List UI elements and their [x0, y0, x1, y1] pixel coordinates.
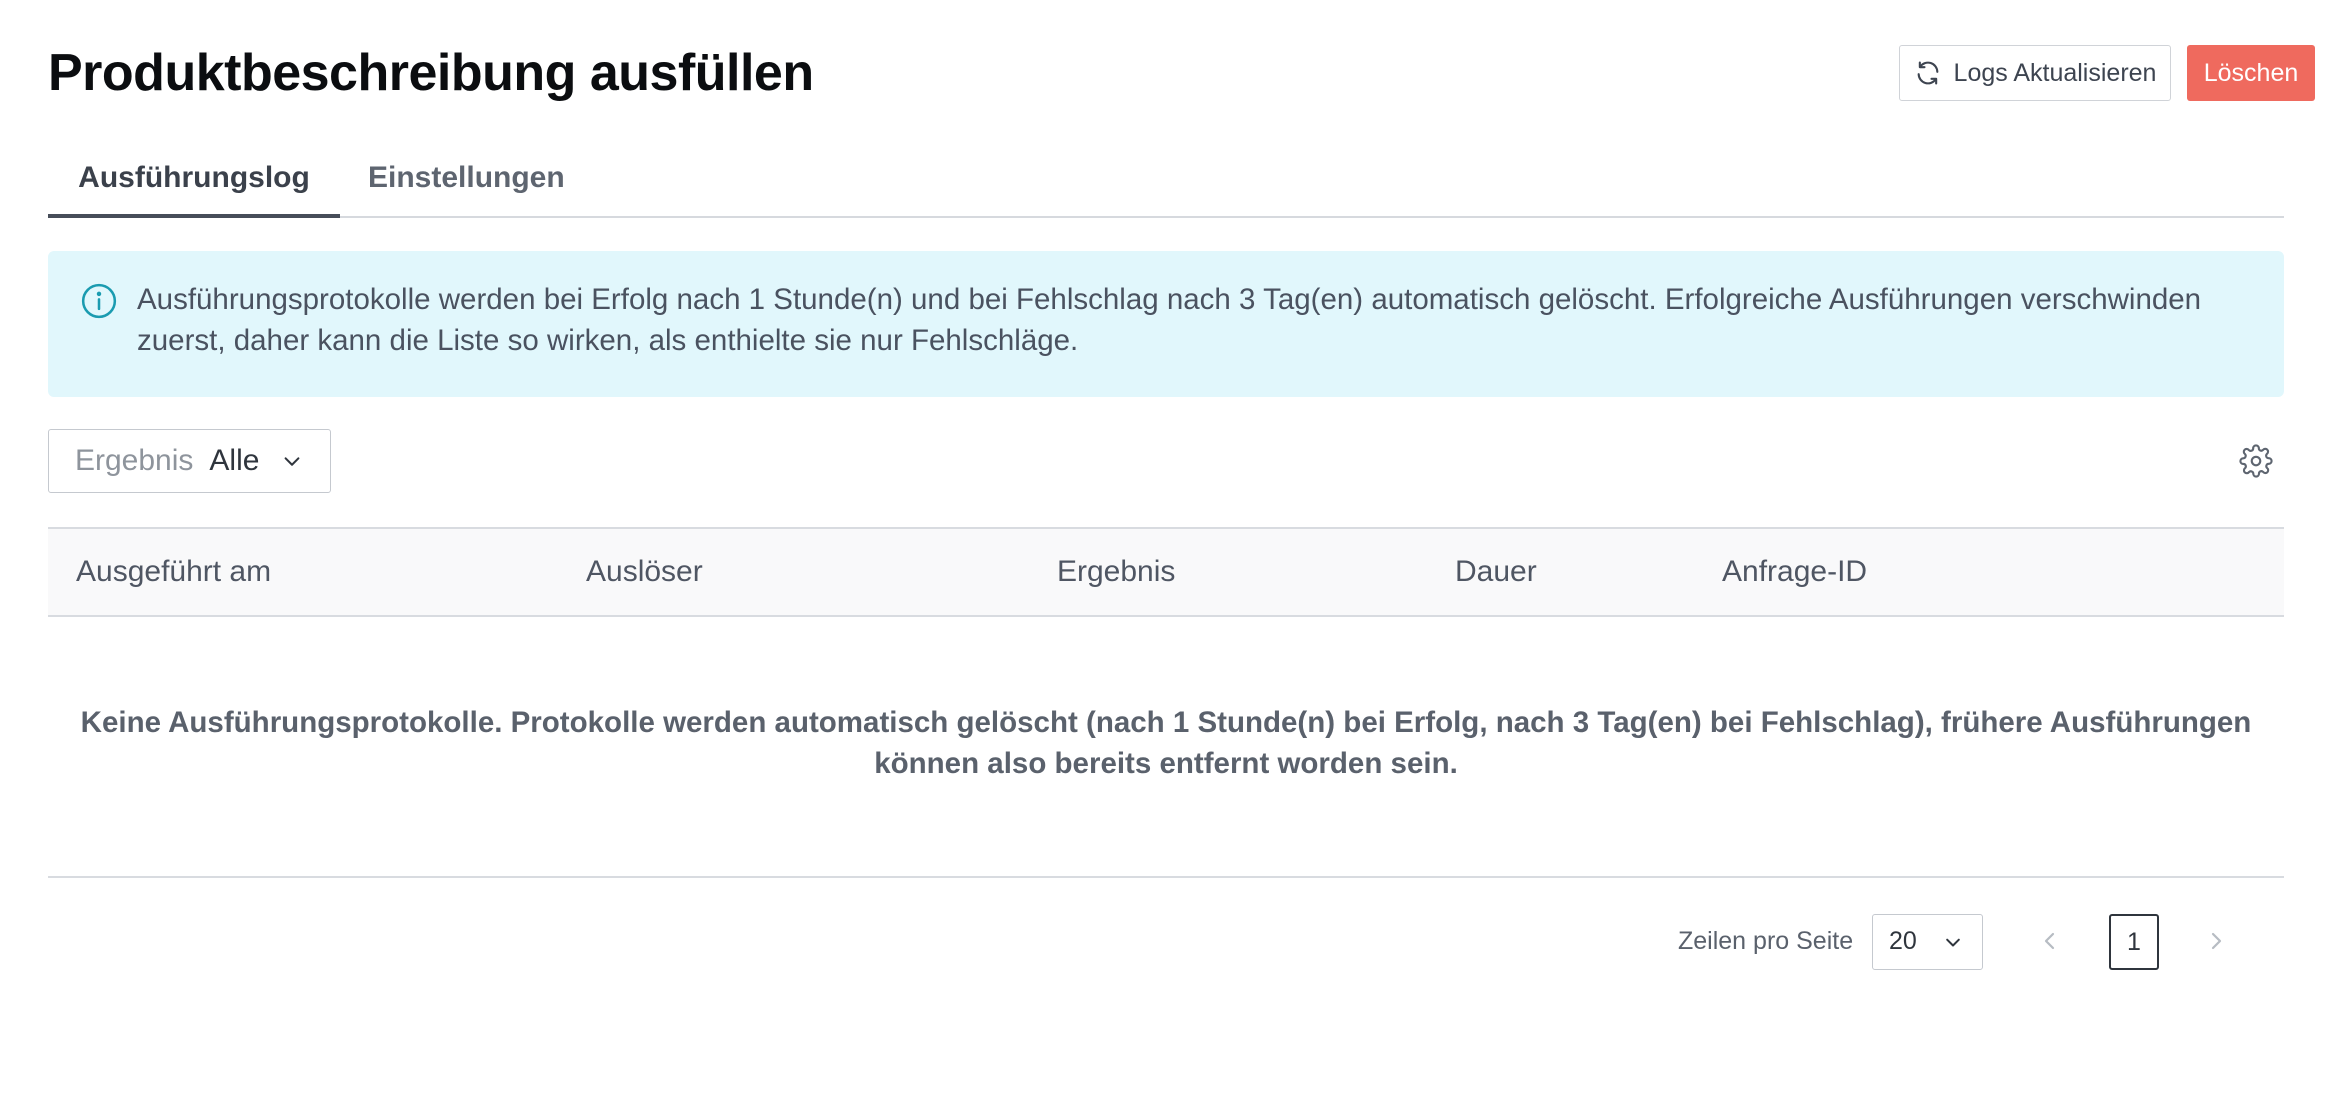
tab-bar: Ausführungslog Einstellungen — [48, 148, 2284, 218]
column-header-request-id[interactable]: Anfrage-ID — [1722, 529, 1867, 615]
delete-button[interactable]: Löschen — [2187, 45, 2315, 101]
refresh-icon — [1917, 61, 1938, 85]
result-filter-value: Alle — [209, 444, 260, 477]
empty-state-line-1: Keine Ausführungsprotokolle. Protokolle … — [80, 706, 2252, 739]
previous-page-icon[interactable] — [2038, 926, 2062, 956]
gear-icon[interactable] — [2239, 444, 2273, 478]
rows-per-page-value: 20 — [1889, 927, 1917, 955]
table-header: Ausgeführt am Auslöser Ergebnis Dauer An… — [48, 527, 2284, 617]
result-filter-select[interactable]: Ergebnis Alle — [48, 429, 331, 493]
tab-execution-log[interactable]: Ausführungslog — [48, 148, 340, 218]
rows-per-page-label: Zeilen pro Seite — [1678, 927, 1854, 955]
empty-state-message: Keine Ausführungsprotokolle. Protokolle … — [48, 702, 2284, 784]
tab-settings[interactable]: Einstellungen — [368, 148, 565, 218]
refresh-logs-label: Logs Aktualisieren — [1953, 58, 2157, 87]
rows-per-page-select[interactable]: 20 — [1872, 914, 1983, 970]
info-banner: Ausführungsprotokolle werden bei Erfolg … — [48, 251, 2284, 397]
info-banner-line-2: zuerst, daher kann die Liste so wirken, … — [137, 324, 1079, 357]
empty-state-line-2: können also bereits entfernt worden sein… — [874, 747, 1458, 780]
page-number-current[interactable]: 1 — [2109, 914, 2159, 970]
column-header-result[interactable]: Ergebnis — [1057, 529, 1175, 615]
column-header-executed-at[interactable]: Ausgeführt am — [76, 529, 271, 615]
chevron-down-icon — [284, 457, 300, 466]
result-filter-label: Ergebnis — [75, 444, 194, 477]
info-icon — [81, 283, 117, 319]
table-footer-divider — [48, 876, 2284, 878]
column-header-duration[interactable]: Dauer — [1455, 529, 1537, 615]
info-banner-line-1: Ausführungsprotokolle werden bei Erfolg … — [137, 283, 2202, 316]
page-title: Produktbeschreibung ausfüllen — [48, 44, 814, 102]
chevron-down-icon — [1946, 938, 1960, 947]
next-page-icon[interactable] — [2204, 926, 2228, 956]
column-header-trigger[interactable]: Auslöser — [586, 529, 703, 615]
refresh-logs-button[interactable]: Logs Aktualisieren — [1899, 45, 2171, 101]
page: Produktbeschreibung ausfüllen Logs Aktua… — [0, 0, 2336, 1120]
